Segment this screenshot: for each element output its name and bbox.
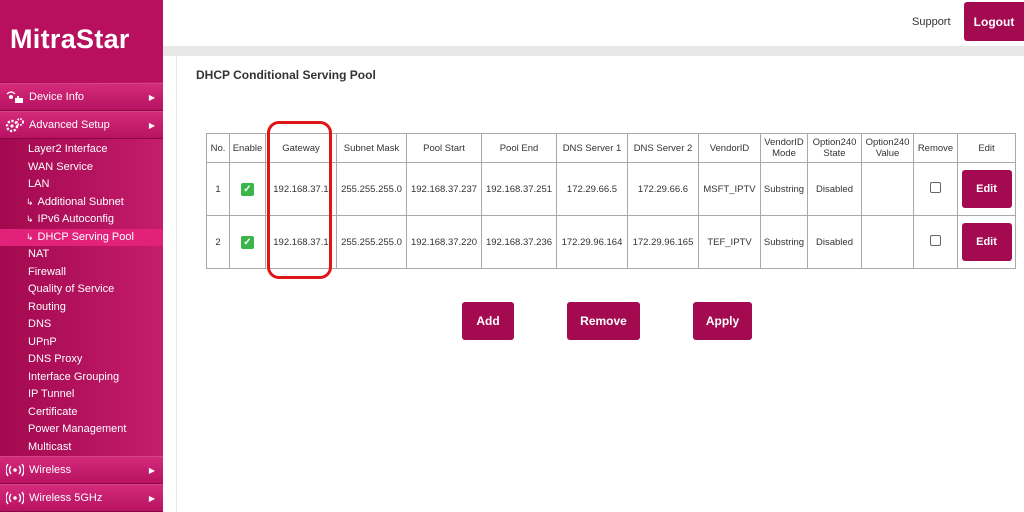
sidebar-item-label: Additional Subnet xyxy=(37,195,124,208)
col-header-vendorid-mode: VendorID Mode xyxy=(760,133,808,163)
apply-button[interactable]: Apply xyxy=(693,302,752,340)
cell-pool-end: 192.168.37.236 xyxy=(481,215,557,269)
wireless-icon xyxy=(4,490,26,506)
support-link[interactable]: Support xyxy=(912,16,951,28)
cell-dns2: 172.29.96.165 xyxy=(627,215,699,269)
menu-device-info-label: Device Info xyxy=(29,91,85,103)
menu-device-info[interactable]: Device Info ▶ xyxy=(0,83,163,111)
sidebar-item-nat[interactable]: NAT xyxy=(0,246,163,264)
col-header-remove: Remove xyxy=(913,133,958,163)
arrow-right-icon: ▶ xyxy=(148,92,156,102)
arrow-right-icon: ▶ xyxy=(148,120,156,130)
cell-dns2: 172.29.66.6 xyxy=(627,162,699,216)
cell-option240-state: Disabled xyxy=(807,162,862,216)
cell-no: 2 xyxy=(206,215,230,269)
cell-vendorid-mode: Substring xyxy=(760,162,808,216)
sidebar-item-multicast[interactable]: Multicast xyxy=(0,439,163,457)
menu-wireless-5ghz[interactable]: Wireless 5GHz ▶ xyxy=(0,484,163,512)
cell-enable: ✓ xyxy=(229,215,266,269)
sidebar-item-layer2-interface[interactable]: Layer2 Interface xyxy=(0,141,163,159)
sidebar-item-additional-subnet[interactable]: ↳ Additional Subnet xyxy=(0,194,163,212)
col-header-subnet-mask: Subnet Mask xyxy=(336,133,407,163)
menu-advanced-setup[interactable]: Advanced Setup ▶ xyxy=(0,111,163,139)
sidebar-item-label: DHCP Serving Pool xyxy=(37,230,134,243)
cell-vendorid: TEF_IPTV xyxy=(698,215,761,269)
cell-option240-value xyxy=(861,162,914,216)
device-info-icon xyxy=(4,89,26,105)
enable-checkbox[interactable]: ✓ xyxy=(241,235,254,249)
sidebar-item-routing[interactable]: Routing xyxy=(0,299,163,317)
cell-subnet-mask: 255.255.255.0 xyxy=(336,162,407,216)
sidebar-item-ip-tunnel[interactable]: IP Tunnel xyxy=(0,386,163,404)
cell-option240-state: Disabled xyxy=(807,215,862,269)
cell-vendorid: MSFT_IPTV xyxy=(698,162,761,216)
header-divider xyxy=(163,46,1024,56)
cell-vendorid-mode: Substring xyxy=(760,215,808,269)
col-header-option240-state: Option240 State xyxy=(807,133,862,163)
col-header-vendorid: VendorID xyxy=(698,133,761,163)
sidebar-item-qos[interactable]: Quality of Service xyxy=(0,281,163,299)
col-header-edit: Edit xyxy=(957,133,1016,163)
sidebar-item-ipv6-autoconfig[interactable]: ↳ IPv6 Autoconfig xyxy=(0,211,163,229)
sidebar-item-dns-proxy[interactable]: DNS Proxy xyxy=(0,351,163,369)
cell-dns1: 172.29.96.164 xyxy=(556,215,628,269)
logout-button[interactable]: Logout xyxy=(964,2,1024,41)
sidebar-item-dhcp-serving-pool[interactable]: ↳ DHCP Serving Pool xyxy=(0,228,163,246)
wireless-icon xyxy=(4,462,26,478)
arrow-right-icon: ▶ xyxy=(148,493,156,503)
col-header-dns2: DNS Server 2 xyxy=(627,133,699,163)
col-header-pool-end: Pool End xyxy=(481,133,557,163)
sidebar-item-power-management[interactable]: Power Management xyxy=(0,421,163,439)
col-header-option240-value: Option240 Value xyxy=(861,133,914,163)
cell-enable: ✓ xyxy=(229,162,266,216)
cell-pool-start: 192.168.37.220 xyxy=(406,215,482,269)
gear-icon xyxy=(4,117,26,133)
cell-dns1: 172.29.66.5 xyxy=(556,162,628,216)
menu-wireless-5ghz-label: Wireless 5GHz xyxy=(29,492,103,504)
cell-remove xyxy=(913,215,958,269)
add-button[interactable]: Add xyxy=(462,302,514,340)
cell-pool-end: 192.168.37.251 xyxy=(481,162,557,216)
col-header-no: No. xyxy=(206,133,230,163)
cell-option240-value xyxy=(861,215,914,269)
sidebar-item-label: IPv6 Autoconfig xyxy=(37,213,114,225)
sub-arrow-icon: ↳ xyxy=(26,196,34,207)
brand-logo: MitraStar xyxy=(10,24,130,54)
menu-wireless[interactable]: Wireless ▶ xyxy=(0,456,163,484)
sub-arrow-icon: ↳ xyxy=(26,214,34,224)
menu-wireless-label: Wireless xyxy=(29,464,72,476)
col-header-dns1: DNS Server 1 xyxy=(556,133,628,163)
menu-advanced-setup-label: Advanced Setup xyxy=(29,119,110,131)
cell-edit: Edit xyxy=(957,215,1016,269)
cell-subnet-mask: 255.255.255.0 xyxy=(336,215,407,269)
sidebar-item-firewall[interactable]: Firewall xyxy=(0,264,163,282)
cell-edit: Edit xyxy=(957,162,1016,216)
remove-checkbox[interactable] xyxy=(930,235,941,246)
sidebar-item-lan[interactable]: LAN xyxy=(0,176,163,194)
cell-no: 1 xyxy=(206,162,230,216)
sidebar-item-wan-service[interactable]: WAN Service xyxy=(0,159,163,177)
sub-arrow-icon: ↳ xyxy=(26,231,34,242)
enable-checkbox[interactable]: ✓ xyxy=(241,182,254,196)
cell-pool-start: 192.168.37.237 xyxy=(406,162,482,216)
sidebar: MitraStar Device Info ▶ Advanced Setup ▶… xyxy=(0,0,163,512)
gateway-highlight-annotation xyxy=(267,121,332,279)
sidebar-item-interface-grouping[interactable]: Interface Grouping xyxy=(0,369,163,387)
top-bar xyxy=(163,0,1024,46)
sidebar-item-dns[interactable]: DNS xyxy=(0,316,163,334)
col-header-enable: Enable xyxy=(229,133,266,163)
remove-button[interactable]: Remove xyxy=(567,302,640,340)
cell-remove xyxy=(913,162,958,216)
sidebar-item-upnp[interactable]: UPnP xyxy=(0,334,163,352)
edit-button[interactable]: Edit xyxy=(961,170,1012,208)
sidebar-item-certificate[interactable]: Certificate xyxy=(0,404,163,422)
edit-button[interactable]: Edit xyxy=(961,223,1012,261)
col-header-pool-start: Pool Start xyxy=(406,133,482,163)
page-title: DHCP Conditional Serving Pool xyxy=(196,68,376,82)
remove-checkbox[interactable] xyxy=(930,182,941,193)
arrow-right-icon: ▶ xyxy=(148,465,156,475)
